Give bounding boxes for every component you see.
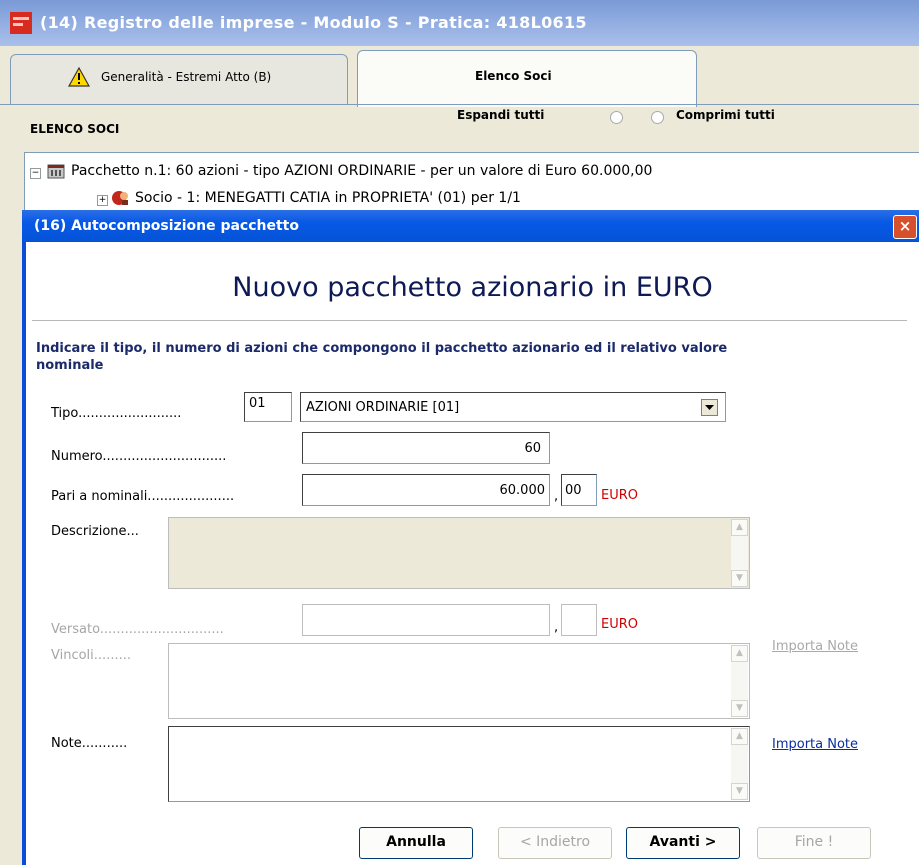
dialog-title: (16) Autocomposizione pacchetto [34,218,299,234]
pari-currency: EURO [601,488,638,503]
collapse-all-label: Comprimi tutti [676,108,775,122]
vincoli-importa-note-link[interactable]: Importa Note [772,639,858,654]
dialog-heading: Nuovo pacchetto azionario in EURO [232,272,713,303]
descrizione-field[interactable]: ▲ ▼ [168,517,750,589]
tab-elenco-soci-label: Elenco Soci [475,69,552,83]
scroll-down-icon[interactable]: ▼ [731,570,748,587]
numero-field[interactable]: 60 [302,432,550,464]
versato-integer-field[interactable] [302,604,550,636]
descrizione-scrollbar[interactable]: ▲ ▼ [731,519,748,587]
dialog-body: Nuovo pacchetto azionario in EURO Indica… [26,242,919,865]
scroll-up-icon[interactable]: ▲ [731,645,748,662]
vincoli-field[interactable]: ▲ ▼ [168,643,750,719]
versato-currency: EURO [601,617,638,632]
pari-label: Pari a nominali..................... [51,489,235,504]
autocomposizione-dialog: (16) Autocomposizione pacchetto × Nuovo … [22,210,919,865]
avanti-button[interactable]: Avanti > [626,827,740,859]
section-title: ELENCO SOCI [30,122,120,136]
window-title: (14) Registro delle imprese - Modulo S -… [40,13,587,32]
tab-generalita[interactable]: Generalità - Estremi Atto (B) [10,54,348,105]
versato-separator: , [554,620,559,635]
collapse-all-radio[interactable] [651,111,664,124]
vincoli-scrollbar[interactable]: ▲ ▼ [731,645,748,717]
dialog-titlebar[interactable]: (16) Autocomposizione pacchetto × [22,210,919,242]
tree-row-socio[interactable]: Socio - 1: MENEGATTI CATIA in PROPRIETA'… [135,190,521,206]
close-icon[interactable]: × [893,215,917,239]
scroll-up-icon[interactable]: ▲ [731,519,748,536]
scroll-up-icon[interactable]: ▲ [731,728,748,745]
fine-button[interactable]: Fine ! [757,827,871,859]
note-label: Note........... [51,736,128,751]
tipo-code-field[interactable]: 01 [244,392,292,422]
tree-row-pacchetto[interactable]: Pacchetto n.1: 60 azioni - tipo AZIONI O… [71,163,652,179]
note-field[interactable]: ▲ ▼ [168,726,750,802]
annulla-button[interactable]: Annulla [359,827,473,859]
tab-elenco-soci[interactable]: Elenco Soci [357,50,697,107]
tab-generalita-label: Generalità - Estremi Atto (B) [101,70,272,84]
warning-icon [68,67,90,87]
instruction-text: Indicare il tipo, il numero di azioni ch… [36,341,728,373]
main-titlebar[interactable]: (14) Registro delle imprese - Modulo S -… [0,0,919,46]
expand-all-radio[interactable] [610,111,623,124]
package-icon [47,164,65,179]
pari-separator: , [554,489,559,504]
socio-icon [112,191,128,205]
collapse-toggle-icon[interactable]: − [30,168,41,179]
tipo-select-value: AZIONI ORDINARIE [01] [306,400,460,415]
vincoli-label: Vincoli......... [51,648,131,663]
note-importa-note-link[interactable]: Importa Note [772,737,858,752]
app-logo-icon [10,12,32,34]
soci-tree[interactable]: − Pacchetto n.1: 60 azioni - tipo AZIONI… [24,152,919,214]
descrizione-label: Descrizione... [51,524,139,539]
pari-decimal-field[interactable]: 00 [561,474,597,506]
indietro-button[interactable]: < Indietro [498,827,612,859]
tipo-select[interactable]: AZIONI ORDINARIE [01] [300,392,726,422]
versato-decimal-field[interactable] [561,604,597,636]
expand-all-label: Espandi tutti [457,108,545,122]
scroll-down-icon[interactable]: ▼ [731,783,748,800]
chevron-down-icon[interactable] [701,399,718,416]
tab-divider [0,104,919,105]
heading-divider [32,320,907,321]
pari-integer-field[interactable]: 60.000 [302,474,550,506]
expand-toggle-icon[interactable]: + [97,195,108,206]
note-scrollbar[interactable]: ▲ ▼ [731,728,748,800]
scroll-down-icon[interactable]: ▼ [731,700,748,717]
versato-label: Versato.............................. [51,622,224,637]
tipo-label: Tipo......................... [51,406,182,421]
numero-label: Numero.............................. [51,449,227,464]
